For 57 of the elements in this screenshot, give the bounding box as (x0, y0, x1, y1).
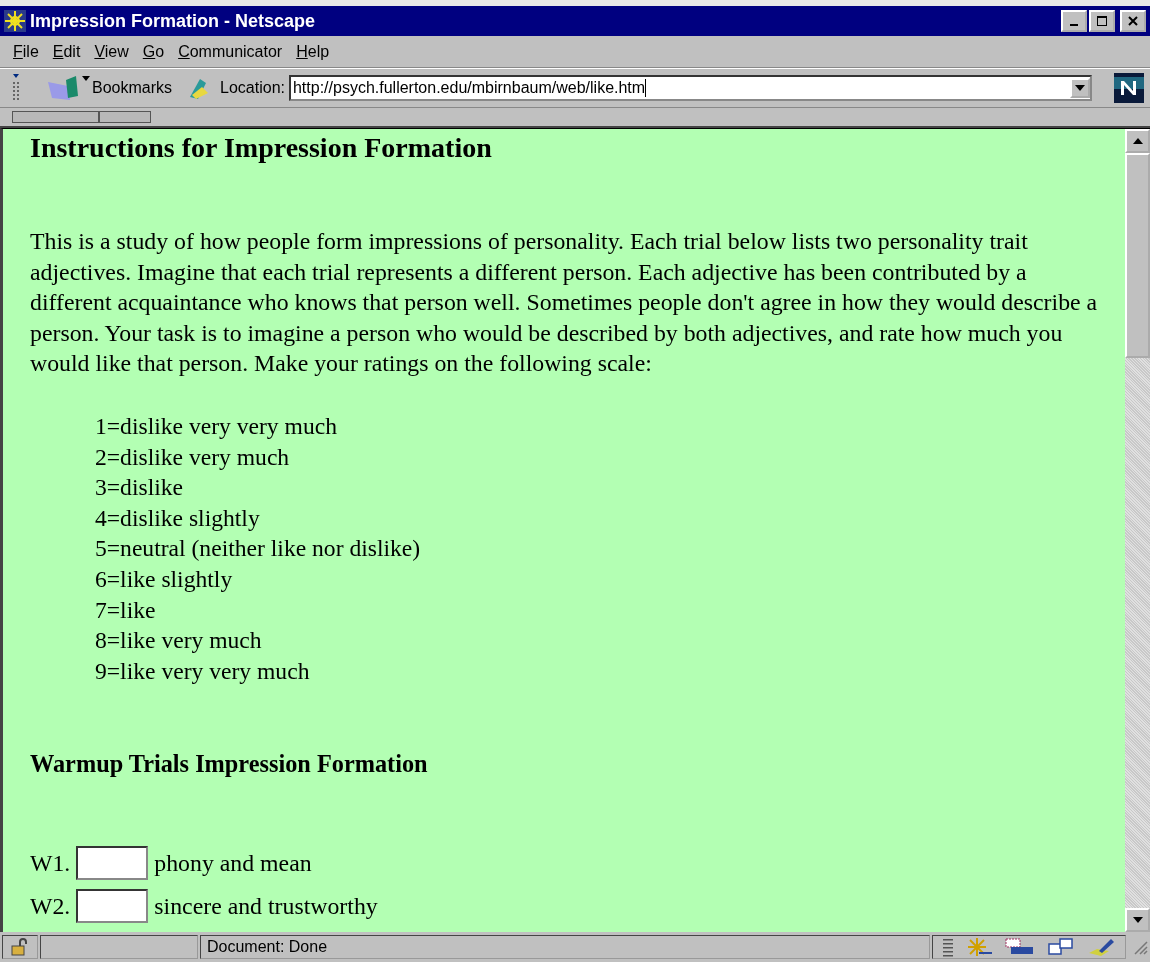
location-label: Location: (220, 79, 285, 97)
scale-item: 5=neutral (neither like nor dislike) (95, 534, 422, 564)
scale-item: 9=like very very much (95, 656, 311, 686)
chat-bubbles-icon[interactable] (1047, 937, 1075, 957)
section-heading: Warmup Trials Impression Formation (30, 749, 429, 780)
menu-item[interactable]: View (89, 42, 138, 61)
pen-and-paper-icon[interactable] (1087, 937, 1115, 957)
trial-label: W2. (30, 892, 71, 920)
rating-field[interactable] (76, 846, 149, 881)
resize-grip-icon[interactable] (1132, 939, 1148, 955)
instructions-paragraph: This is a study of how people form impressions of personality. Each trial below lists two personality trait adjectives. Imagine that each trial represents a different person. Each adjective has been contributed by a different acquaintance who knows that person well. Sometimes people don't agree in how they would describe a person. Your task is to imagine a person who would be described by both adjectives, and rate how much you would like that person. Make your ratings on the following scale: (30, 227, 1099, 379)
scale-item: 1=dislike very very much (95, 411, 338, 441)
caret-icon (1075, 85, 1085, 91)
url-field[interactable]: http://psych.fullerton.edu/mbirnbaum/web/like.htm (288, 75, 1092, 101)
bookmarks-button[interactable]: Bookmarks (46, 74, 173, 102)
toolbar-grip-icon[interactable] (12, 73, 20, 103)
close-button[interactable] (1120, 10, 1146, 32)
security-panel[interactable] (2, 935, 38, 959)
minimize-icon (1070, 24, 1078, 26)
scale-item: 4=dislike slightly (95, 503, 261, 533)
scroll-down-button[interactable] (1125, 908, 1150, 932)
padlock-icon (11, 938, 29, 956)
menu-item[interactable]: Go (137, 42, 174, 61)
scale-item: 8=like very much (95, 626, 263, 656)
grip-lines-icon (943, 937, 953, 957)
menu-item[interactable]: Help (291, 42, 339, 61)
scroll-thumb[interactable] (1125, 153, 1150, 358)
collapsed-toolbar-tab[interactable] (99, 111, 151, 123)
rating-field[interactable] (76, 889, 149, 924)
minimize-button[interactable] (1061, 10, 1087, 32)
scale-item: 6=like slightly (95, 564, 234, 594)
scale-item: 2=dislike very much (95, 442, 291, 472)
status-text: Document: Done (200, 935, 930, 959)
scale-item: 3=dislike (95, 473, 185, 503)
trial-adjectives: sincere and trustworthy (154, 892, 378, 920)
starburst-icon[interactable] (965, 937, 993, 957)
menu-item[interactable]: File (8, 42, 48, 61)
scroll-up-button[interactable] (1125, 129, 1150, 153)
trial-label: W1. (30, 849, 71, 877)
maximize-button[interactable] (1089, 10, 1115, 32)
dropdown-button[interactable] (1070, 78, 1090, 98)
trial-adjectives: phony and mean (154, 849, 312, 877)
up-arrow-icon (1132, 138, 1143, 144)
collapsed-toolbar-tab[interactable] (12, 111, 99, 123)
page-heading: Instructions for Impression Formation (30, 132, 493, 164)
inbox-tray-icon[interactable] (1005, 937, 1035, 957)
n-logo-icon (1114, 73, 1144, 103)
scale-item: 7=like (95, 595, 157, 625)
maximize-icon (1096, 15, 1108, 27)
window-title: Impression Formation - Netscape (30, 10, 316, 32)
bookmark-folder-icon (46, 74, 90, 102)
down-arrow-icon (1132, 917, 1143, 923)
vertical-scrollbar[interactable] (1125, 129, 1150, 932)
close-icon (1127, 15, 1139, 27)
menu-item[interactable]: Communicator (173, 42, 292, 61)
menu-item[interactable]: Edit (47, 42, 90, 61)
starburst-icon (4, 10, 26, 32)
